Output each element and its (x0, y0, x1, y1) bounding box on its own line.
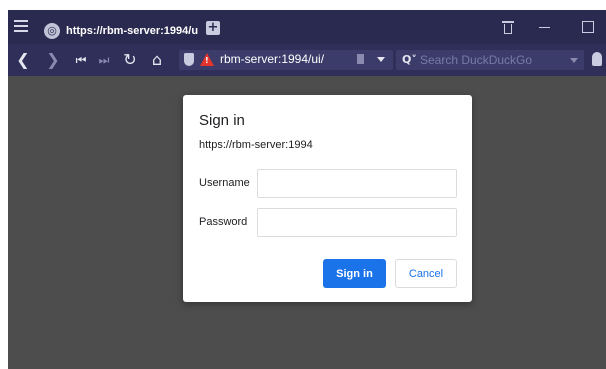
url-text[interactable]: rbm-server:1994/ui/ (220, 52, 324, 66)
maximize-icon[interactable] (582, 21, 594, 33)
sign-in-dialog: Sign in https://rbm-server:1994 Username… (183, 95, 472, 302)
warning-mark: ! (205, 56, 209, 65)
dialog-title: Sign in (199, 112, 245, 129)
search-bar[interactable]: Q˅ (396, 50, 584, 70)
browser-tab[interactable]: ◎ https://rbm-server:1994/ui/ (38, 17, 198, 44)
tab-title: https://rbm-server:1994/ui/ (66, 24, 198, 37)
tab-bar: ◎ https://rbm-server:1994/ui/ + (8, 10, 606, 44)
home-icon[interactable]: ⌂ (149, 51, 165, 69)
username-field[interactable] (257, 169, 457, 198)
chevron-down-icon[interactable] (377, 57, 385, 62)
shield-icon[interactable] (184, 53, 194, 66)
trash-icon[interactable] (502, 20, 514, 34)
search-icon[interactable]: Q˅ (402, 53, 417, 66)
extension-icon[interactable] (592, 52, 602, 66)
cancel-button[interactable]: Cancel (395, 259, 457, 288)
browser-window: ◎ https://rbm-server:1994/ui/ + ❮ ❯ ⏮ ⏭ … (8, 10, 606, 369)
minimize-icon[interactable] (539, 27, 550, 28)
skip-first-icon[interactable]: ⏮ (74, 51, 88, 69)
chevron-down-icon[interactable] (570, 58, 578, 63)
dialog-origin: https://rbm-server:1994 (199, 139, 313, 151)
reload-icon[interactable]: ↻ (122, 51, 138, 69)
search-input[interactable] (420, 52, 560, 68)
hamburger-menu-icon[interactable] (14, 20, 28, 32)
address-bar[interactable]: ! rbm-server:1994/ui/ (179, 50, 393, 70)
username-label: Username (199, 177, 250, 189)
password-field[interactable] (257, 208, 457, 237)
password-label: Password (199, 216, 248, 228)
skip-last-icon[interactable]: ⏭ (97, 51, 111, 69)
fingerprint-icon: ◎ (44, 22, 60, 39)
forward-button[interactable]: ❯ (46, 51, 60, 69)
new-tab-button[interactable]: + (206, 21, 220, 35)
navigation-bar: ❮ ❯ ⏮ ⏭ ↻ ⌂ ! rbm-server:1994/ui/ Q˅ (8, 44, 606, 76)
bookmark-icon[interactable] (357, 54, 364, 64)
sign-in-button[interactable]: Sign in (323, 259, 386, 288)
back-button[interactable]: ❮ (16, 51, 30, 69)
